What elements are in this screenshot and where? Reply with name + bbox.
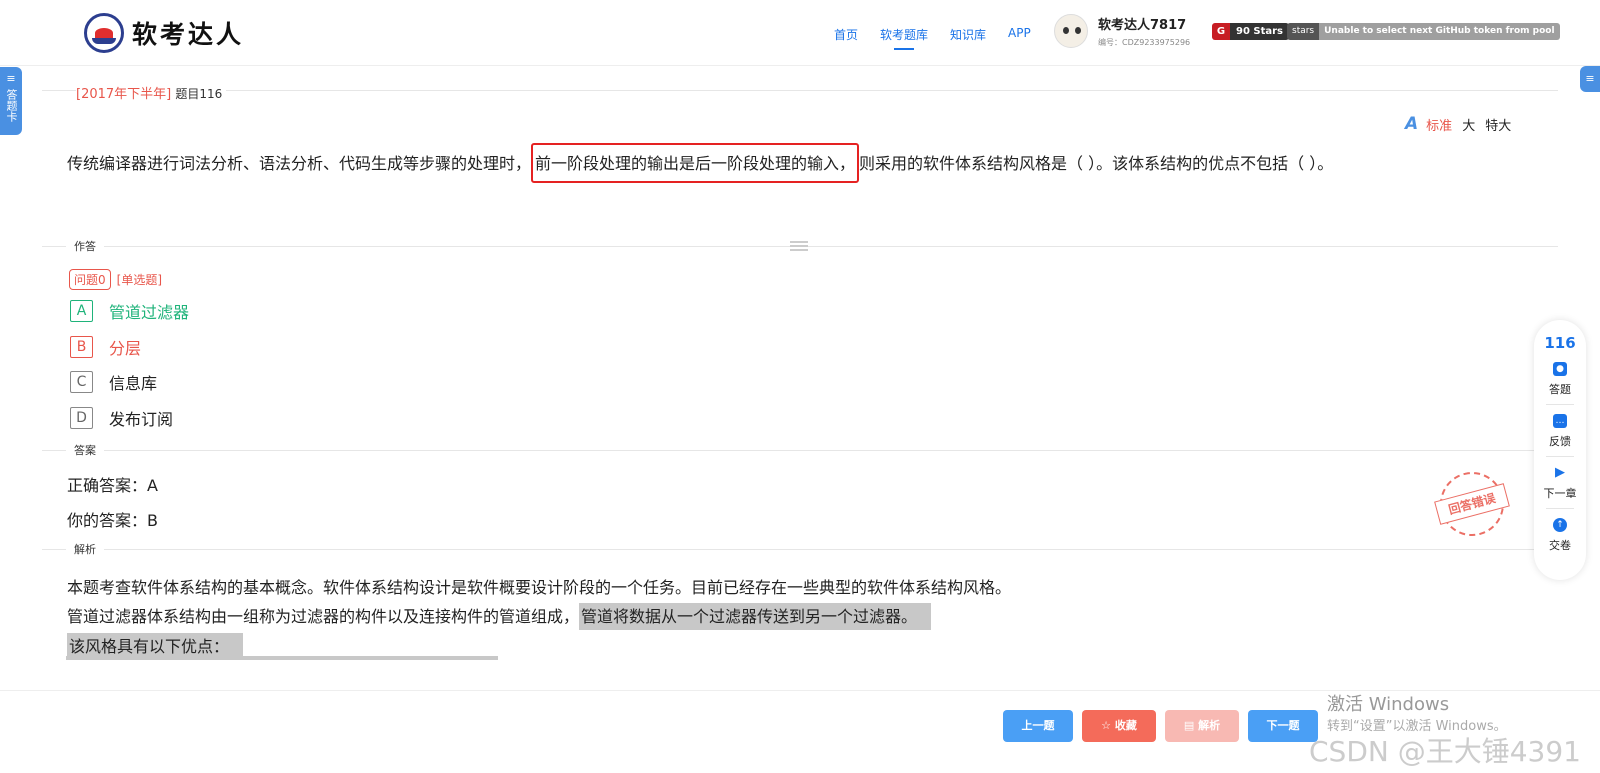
font-size-switcher: A 标准 大 特大 <box>1405 114 1521 134</box>
github-message: Unable to select next GitHub token from … <box>1319 23 1560 40</box>
prev-question-button[interactable]: 上一题 <box>1003 710 1073 742</box>
gitee-icon: G <box>1212 23 1230 40</box>
answer-card-tab[interactable]: ≡ 答题卡 <box>0 67 22 135</box>
feedback-icon: … <box>1553 414 1567 428</box>
rail-answer[interactable]: ● 答题 <box>1534 362 1586 397</box>
github-stars-badge[interactable]: stars Unable to select next GitHub token… <box>1287 23 1560 40</box>
option-letter: B <box>70 336 93 358</box>
option-text: 发布订阅 <box>109 410 174 429</box>
rail-feedback[interactable]: … 反馈 <box>1534 414 1586 449</box>
favorite-button[interactable]: ☆ 收藏 <box>1082 710 1156 742</box>
gitee-stars-badge[interactable]: G 90 Stars <box>1212 23 1290 40</box>
rail-next-chapter[interactable]: ▶ 下一章 <box>1534 466 1586 501</box>
question-type-tag: [单选题] <box>116 273 163 287</box>
github-label: stars <box>1287 23 1320 40</box>
site-logo[interactable]: 软考达人 <box>84 13 244 53</box>
csdn-watermark: CSDN @王大锤4391 <box>1309 735 1581 768</box>
submit-icon: ↑ <box>1553 518 1567 532</box>
font-size-icon: A <box>1405 114 1419 134</box>
analysis-section-label: 解析 <box>66 541 104 557</box>
analysis-line-1: 本题考查软件体系结构的基本概念。软件体系结构设计是软件概要设计阶段的一个任务。目… <box>67 578 1012 597</box>
font-size-standard[interactable]: 标准 <box>1426 115 1452 134</box>
option-d[interactable]: D 发布订阅 <box>70 406 173 430</box>
analysis-selected-text: 管道将数据从一个过滤器传送到另一个过滤器。 <box>579 603 932 630</box>
option-letter: C <box>70 371 93 393</box>
right-tool-rail: 116 ● 答题 … 反馈 ▶ 下一章 ↑ 交卷 <box>1534 320 1586 580</box>
nav-app[interactable]: APP <box>1008 26 1031 43</box>
font-size-large[interactable]: 大 <box>1462 115 1475 134</box>
selection-underline <box>66 656 498 660</box>
stem-highlight: 前一阶段处理的输出是后一阶段处理的输入， <box>531 143 860 183</box>
divider <box>42 90 1558 91</box>
answer-sheet-icon: ● <box>1553 362 1567 376</box>
question-stem: 传统编译器进行词法分析、语法分析、代码生成等步骤的处理时， 前一阶段处理的输出是后… <box>67 143 1333 183</box>
option-text: 信息库 <box>109 374 158 393</box>
right-menu-tab[interactable]: ≡ <box>1580 66 1600 92</box>
result-section-label: 答案 <box>66 442 104 458</box>
logo-text: 软考达人 <box>132 20 245 49</box>
analysis-line-2: 管道过滤器体系结构由一组称为过滤器的构件以及连接构件的管道组成， 管道将数据从一个… <box>67 603 932 630</box>
question-meta: [2017年下半年] 题目116 <box>76 83 227 102</box>
exam-year-tag: [2017年下半年] <box>76 87 172 102</box>
user-name: 软考达人7817 <box>1098 18 1187 33</box>
question-count: 116 <box>1544 334 1576 352</box>
option-a[interactable]: A 管道过滤器 <box>70 299 189 323</box>
main-nav: 首页 软考题库 知识库 APP <box>834 26 1053 50</box>
option-letter: D <box>70 407 93 429</box>
correct-answer: 正确答案：A <box>67 476 158 495</box>
user-profile[interactable]: 软考达人7817 编号：CDZ9233975296 <box>1054 14 1190 48</box>
divider <box>42 549 1558 550</box>
user-id: 编号：CDZ9233975296 <box>1098 38 1191 47</box>
your-answer: 你的答案：B <box>67 511 158 530</box>
analysis-button[interactable]: ▤ 解析 <box>1165 710 1239 742</box>
logo-emblem-icon <box>84 13 124 53</box>
divider <box>42 450 1558 451</box>
nav-question-bank[interactable]: 软考题库 <box>880 26 928 50</box>
menu-icon: ≡ <box>6 72 16 85</box>
option-letter: A <box>70 300 93 322</box>
wrong-answer-stamp: 回答错误 <box>1432 464 1512 544</box>
next-question-button[interactable]: 下一题 <box>1248 710 1318 742</box>
top-header: 软考达人 首页 软考题库 知识库 APP 软考达人7817 编号：CDZ9233… <box>0 0 1600 66</box>
option-text: 分层 <box>109 339 142 358</box>
rail-submit[interactable]: ↑ 交卷 <box>1534 518 1586 553</box>
menu-icon: ≡ <box>1585 72 1595 85</box>
nav-knowledge-base[interactable]: 知识库 <box>950 26 986 43</box>
windows-activate-title: 激活 Windows <box>1327 694 1450 715</box>
avatar[interactable] <box>1054 14 1088 48</box>
analysis-line-3: 该风格具有以下优点： <box>67 633 244 660</box>
answer-section-label: 作答 <box>66 238 104 254</box>
option-text: 管道过滤器 <box>109 303 190 322</box>
option-c[interactable]: C 信息库 <box>70 370 157 394</box>
font-size-xlarge[interactable]: 特大 <box>1485 115 1511 134</box>
option-b[interactable]: B 分层 <box>70 335 141 359</box>
sub-question-tags: 问题0 [单选题] <box>69 269 162 290</box>
question-number: 题目116 <box>175 87 223 101</box>
nav-home[interactable]: 首页 <box>834 26 858 43</box>
sub-question-tag: 问题0 <box>69 269 111 290</box>
next-chapter-icon: ▶ <box>1555 465 1565 480</box>
drag-handle-icon[interactable] <box>790 241 808 251</box>
